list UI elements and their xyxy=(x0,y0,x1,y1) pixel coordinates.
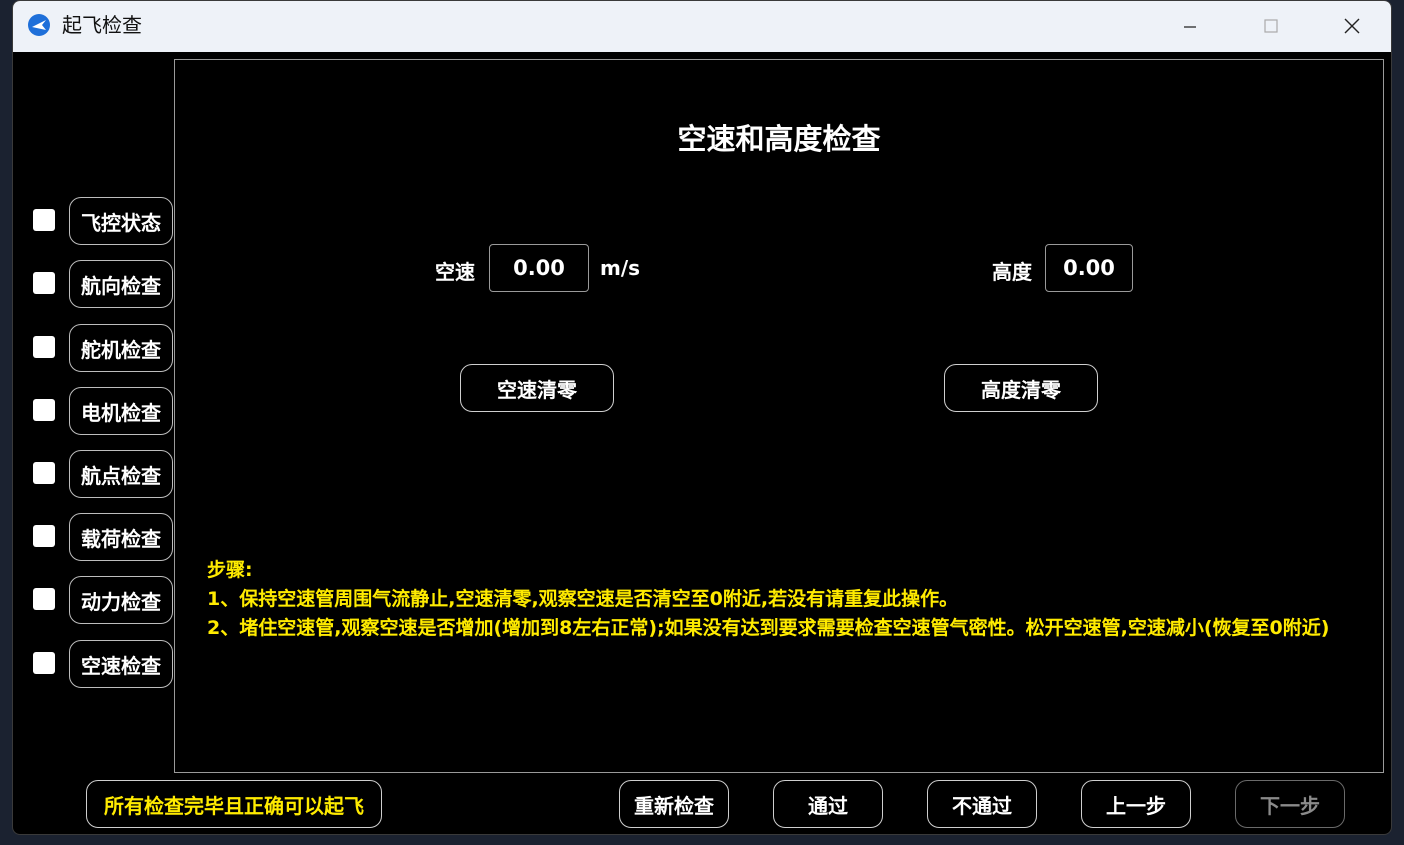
window-title: 起飞检查 xyxy=(62,13,142,37)
previous-step-button[interactable]: 上一步 xyxy=(1081,780,1191,828)
checkbox-waypoint[interactable] xyxy=(33,462,55,484)
maximize-button[interactable] xyxy=(1251,9,1291,43)
sidebar-item-motor: 电机检查 xyxy=(33,387,175,435)
sidebar-button[interactable]: 舵机检查 xyxy=(69,324,173,372)
close-button[interactable] xyxy=(1332,9,1372,43)
sidebar-button[interactable]: 电机检查 xyxy=(69,387,173,435)
airspeed-zero-button[interactable]: 空速清零 xyxy=(460,364,614,412)
minimize-button[interactable] xyxy=(1170,9,1210,43)
checkbox-airspeed[interactable] xyxy=(33,652,55,674)
check-panel: 空速和高度检查 空速 0.00 m/s 高度 0.00 空速清零 高度清零 步骤… xyxy=(174,59,1384,773)
airspeed-value: 0.00 xyxy=(489,244,589,292)
maximize-icon xyxy=(1264,19,1278,33)
sidebar-button[interactable]: 动力检查 xyxy=(69,576,173,624)
close-icon xyxy=(1344,18,1360,34)
sidebar-item-servo: 舵机检查 xyxy=(33,324,175,372)
fail-button[interactable]: 不通过 xyxy=(927,780,1037,828)
checkbox-heading[interactable] xyxy=(33,272,55,294)
sidebar-item-flight-control: 飞控状态 xyxy=(33,197,175,245)
main-window: 起飞检查 飞控状态 航向检查 舵机检查 电机检查 航点检查 载荷检查 动力检查 xyxy=(12,0,1392,835)
steps-line: 1、保持空速管周围气流静止,空速清零,观察空速是否清空至0附近,若没有请重复此操… xyxy=(207,588,959,610)
pass-button[interactable]: 通过 xyxy=(773,780,883,828)
sidebar-button[interactable]: 航点检查 xyxy=(69,450,173,498)
sidebar-item-airspeed: 空速检查 xyxy=(33,640,175,688)
airspeed-label: 空速 xyxy=(435,260,475,284)
sidebar-button[interactable]: 载荷检查 xyxy=(69,513,173,561)
recheck-button[interactable]: 重新检查 xyxy=(619,780,729,828)
next-step-button[interactable]: 下一步 xyxy=(1235,780,1345,828)
steps-line: 2、堵住空速管,观察空速是否增加(增加到8左右正常);如果没有达到要求需要检查空… xyxy=(207,617,1330,639)
altitude-value: 0.00 xyxy=(1045,244,1133,292)
app-logo-icon xyxy=(28,14,50,36)
checkbox-servo[interactable] xyxy=(33,336,55,358)
panel-title: 空速和高度检查 xyxy=(677,122,881,156)
steps-instructions: 步骤: 1、保持空速管周围气流静止,空速清零,观察空速是否清空至0附近,若没有请… xyxy=(207,556,1357,643)
sidebar-button[interactable]: 飞控状态 xyxy=(69,197,173,245)
sidebar-item-waypoint: 航点检查 xyxy=(33,450,175,498)
sidebar-button[interactable]: 空速检查 xyxy=(69,640,173,688)
sidebar-button[interactable]: 航向检查 xyxy=(69,260,173,308)
altitude-zero-button[interactable]: 高度清零 xyxy=(944,364,1098,412)
sidebar-item-payload: 载荷检查 xyxy=(33,513,175,561)
checkbox-motor[interactable] xyxy=(33,399,55,421)
title-bar[interactable]: 起飞检查 xyxy=(13,1,1391,52)
checkbox-payload[interactable] xyxy=(33,525,55,547)
checkbox-flight-control[interactable] xyxy=(33,209,55,231)
altitude-label: 高度 xyxy=(992,260,1032,284)
minimize-icon xyxy=(1184,26,1196,28)
airspeed-unit: m/s xyxy=(600,256,641,280)
sidebar-item-heading: 航向检查 xyxy=(33,260,175,308)
steps-heading: 步骤: xyxy=(207,559,253,581)
sidebar-item-power: 动力检查 xyxy=(33,576,175,624)
all-checks-status-button[interactable]: 所有检查完毕且正确可以起飞 xyxy=(86,780,382,828)
checkbox-power[interactable] xyxy=(33,588,55,610)
